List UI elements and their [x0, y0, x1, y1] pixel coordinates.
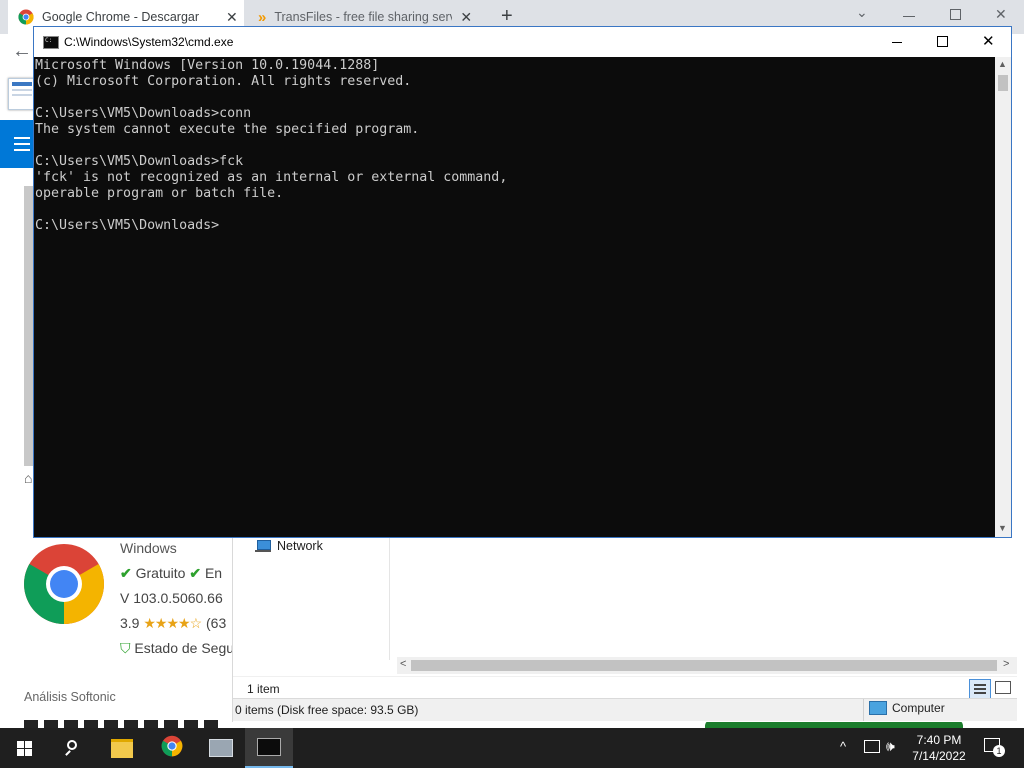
network-tray-icon[interactable] [864, 740, 880, 753]
cmd-vertical-scrollbar[interactable]: ▲ ▼ [995, 57, 1011, 537]
browser-restore-icon[interactable] [950, 9, 961, 20]
horizontal-scrollbar[interactable]: < > [397, 657, 1017, 674]
article-heading-fragment [24, 718, 224, 728]
close-tab-icon[interactable]: ✕ [460, 9, 472, 26]
cmd-window: C: C:\Windows\System32\cmd.exe ✕ Microso… [33, 26, 1012, 538]
security-row[interactable]: ⛉ Estado de Segu [120, 640, 234, 657]
taskbar-cmd[interactable] [245, 728, 293, 768]
details-view-icon[interactable] [969, 679, 991, 699]
free-label: Gratuito [135, 565, 186, 581]
cmd-console[interactable]: Microsoft Windows [Version 10.0.19044.12… [34, 57, 995, 537]
screenshot-thumbnail-icon[interactable] [8, 78, 36, 110]
version-label: V 103.0.5060.66 [120, 590, 223, 606]
chrome-favicon-icon [18, 9, 34, 25]
check-icon: ✔ [120, 565, 132, 581]
console-output: Microsoft Windows [Version 10.0.19044.12… [35, 58, 508, 233]
scroll-up-icon[interactable]: ▲ [998, 59, 1007, 69]
scroll-down-icon[interactable]: ▼ [998, 523, 1007, 533]
security-label: Estado de Segu [134, 640, 235, 656]
license-row: ✔ Gratuito ✔ En [120, 565, 222, 582]
cmd-minimize-icon[interactable] [892, 42, 902, 43]
file-explorer-window: Network < > 1 item 0 items (Disk free sp… [232, 536, 1017, 722]
taskbar-chrome[interactable] [148, 728, 196, 768]
rating-row[interactable]: 3.9 ★★★★☆ (63 [120, 615, 226, 632]
tab-title: TransFiles - free file sharing servi [274, 10, 453, 24]
large-icons-view-icon[interactable] [995, 681, 1011, 694]
rating-value: 3.9 [120, 615, 140, 631]
analysis-label: Análisis Softonic [24, 690, 116, 704]
item-count: 1 item [247, 682, 280, 696]
show-hidden-icons-icon[interactable]: ^ [840, 739, 846, 754]
browser-close-icon[interactable]: ✕ [995, 6, 1007, 23]
location-computer: Computer [869, 701, 945, 715]
status-divider [863, 699, 864, 721]
check-icon: ✔ [189, 565, 202, 581]
chrome-icon [161, 735, 183, 762]
clock[interactable]: 7:40 PM 7/14/2022 [908, 732, 970, 764]
taskbar-file-explorer[interactable] [98, 728, 146, 768]
clock-time: 7:40 PM [916, 733, 962, 747]
folder-icon [111, 738, 133, 758]
location-label: Computer [892, 701, 945, 715]
new-tab-button[interactable]: + [501, 5, 513, 28]
tab-title: Google Chrome - Descargar [42, 10, 200, 24]
volume-icon[interactable]: 🕪 [886, 738, 895, 755]
scroll-left-icon[interactable]: < [400, 658, 406, 670]
explorer-details-bar: 0 items (Disk free space: 93.5 GB) Compu… [233, 698, 1017, 721]
start-button[interactable] [0, 728, 48, 768]
cmd-title-bar[interactable]: C: C:\Windows\System32\cmd.exe ✕ [34, 27, 1011, 57]
taskbar-app[interactable] [197, 728, 245, 768]
computer-icon [869, 701, 887, 715]
shield-check-icon: ⛉ [120, 640, 131, 656]
transfiles-favicon-icon: » [258, 8, 267, 26]
cmd-maximize-icon[interactable] [937, 36, 948, 47]
notification-icon[interactable]: 1 [984, 738, 1005, 757]
cmd-icon [257, 738, 281, 756]
platform-label: Windows [120, 540, 177, 556]
chrome-logo-icon [24, 544, 104, 624]
windows-logo-icon [16, 740, 32, 756]
hamburger-menu-button[interactable] [0, 120, 34, 168]
browser-minimize-icon[interactable] [903, 16, 915, 17]
back-arrow-icon[interactable]: ← [12, 40, 32, 63]
search-button[interactable] [48, 728, 96, 768]
navigation-pane: Network [233, 536, 390, 660]
network-icon [255, 539, 271, 553]
scrollbar-thumb[interactable] [998, 75, 1008, 91]
disk-status: 0 items (Disk free space: 93.5 GB) [235, 703, 419, 717]
clock-date: 7/14/2022 [912, 749, 966, 763]
close-tab-icon[interactable]: ✕ [226, 9, 238, 26]
home-icon[interactable]: ⌂ [24, 470, 32, 486]
app-window-icon [209, 739, 233, 757]
tab-search-icon[interactable]: ⌄ [856, 4, 868, 21]
language-label: En [204, 565, 223, 581]
rating-star-empty-icon: ☆ [189, 615, 203, 631]
scrollbar-thumb[interactable] [411, 660, 997, 671]
scroll-right-icon[interactable]: > [1003, 658, 1009, 670]
search-icon [64, 740, 80, 756]
nav-item-label: Network [277, 539, 323, 553]
rating-stars-icon: ★★★★ [143, 615, 190, 631]
taskbar: ^ 🕪 7:40 PM 7/14/2022 1 [0, 728, 1024, 768]
cmd-app-icon: C: [43, 36, 59, 49]
nav-item-network[interactable]: Network [255, 539, 323, 553]
notification-badge: 1 [993, 745, 1005, 757]
rating-count: (63 [206, 615, 227, 631]
cmd-close-icon[interactable]: ✕ [982, 32, 995, 50]
cmd-window-title: C:\Windows\System32\cmd.exe [64, 35, 234, 49]
